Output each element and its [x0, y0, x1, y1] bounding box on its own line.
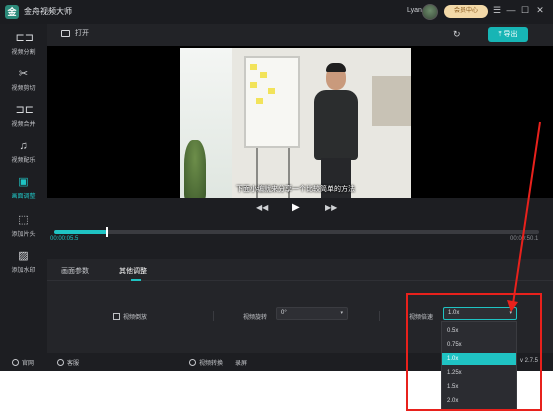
annotation-arrow-head	[507, 300, 518, 312]
annotation-arrow-line	[512, 121, 541, 305]
annotation-arrow	[507, 121, 541, 312]
